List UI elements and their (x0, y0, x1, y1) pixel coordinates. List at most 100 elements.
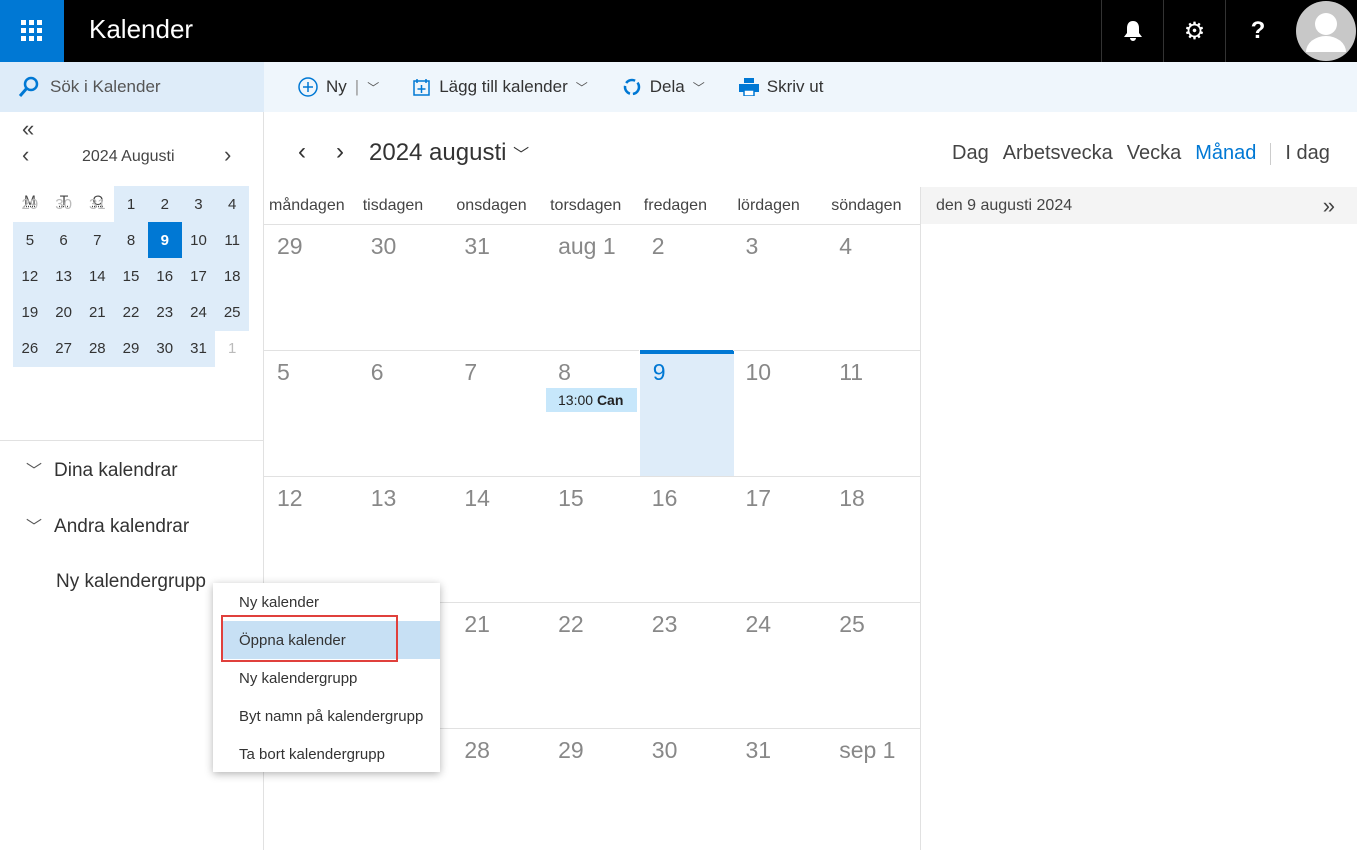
chevron-down-icon[interactable]: ﹀ (367, 79, 379, 96)
mini-day[interactable]: 24 (182, 294, 216, 331)
mini-day[interactable]: 4 (215, 186, 249, 223)
day-cell[interactable]: 25 (826, 602, 920, 728)
help-button[interactable]: ? (1225, 0, 1290, 62)
day-cell[interactable]: 15 (545, 476, 639, 602)
mini-day[interactable]: 28 (80, 330, 114, 367)
view-arbetsvecka[interactable]: Arbetsvecka (1003, 142, 1113, 165)
mini-day[interactable]: 7 (80, 222, 114, 259)
print-button[interactable]: Skriv ut (739, 77, 824, 97)
day-cell[interactable]: 21 (451, 602, 545, 728)
day-cell[interactable]: 23 (639, 602, 733, 728)
mini-day[interactable]: 13 (47, 258, 81, 295)
day-cell[interactable]: 14 (451, 476, 545, 602)
view-i-dag[interactable]: I dag (1285, 142, 1329, 165)
day-cell[interactable]: sep 1 (826, 728, 920, 854)
search-box[interactable]: Sök i Kalender (0, 62, 264, 112)
group-my-calendars[interactable]: ﹀ Dina kalendrar (26, 457, 178, 482)
next-button[interactable]: › (336, 138, 344, 166)
menu-item[interactable]: Byt namn på kalendergrupp (213, 697, 440, 735)
day-cell[interactable]: 17 (733, 476, 827, 602)
mini-day[interactable]: 29 (114, 330, 148, 367)
prev-button[interactable]: ‹ (298, 138, 306, 166)
day-cell[interactable]: 4 (826, 224, 920, 350)
day-cell[interactable]: 29 (545, 728, 639, 854)
avatar[interactable] (1294, 0, 1357, 62)
apps-icon (21, 20, 43, 42)
group-new-calendar-group[interactable]: Ny kalendergrupp (56, 571, 206, 593)
day-number: 18 (839, 485, 865, 511)
view-vecka[interactable]: Vecka (1127, 142, 1181, 165)
mini-day[interactable]: 17 (182, 258, 216, 295)
mini-day[interactable]: 31 (80, 186, 114, 223)
day-cell[interactable]: 28 (451, 728, 545, 854)
mini-day[interactable]: 14 (80, 258, 114, 295)
mini-day[interactable]: 22 (114, 294, 148, 331)
day-cell[interactable]: 7 (451, 350, 545, 476)
mini-day[interactable]: 16 (148, 258, 182, 295)
month-title[interactable]: 2024 augusti ﹀ (369, 139, 529, 167)
mini-day[interactable]: 3 (182, 186, 216, 223)
view-månad[interactable]: Månad (1195, 142, 1256, 165)
day-cell[interactable]: 9 (640, 350, 734, 476)
settings-button[interactable]: ⚙ (1163, 0, 1225, 62)
menu-item[interactable]: Ta bort kalendergrupp (213, 735, 440, 773)
mini-day[interactable]: 11 (215, 222, 249, 259)
mini-day[interactable]: 30 (47, 186, 81, 223)
mini-day[interactable]: 25 (215, 294, 249, 331)
mini-day[interactable]: 29 (13, 186, 47, 223)
mini-day[interactable]: 27 (47, 330, 81, 367)
new-button[interactable]: Ny | ﹀ (298, 77, 379, 97)
day-cell[interactable]: 3 (733, 224, 827, 350)
mini-day[interactable]: 5 (13, 222, 47, 259)
day-cell[interactable]: 29 (264, 224, 358, 350)
view-dag[interactable]: Dag (952, 142, 989, 165)
day-cell[interactable]: 31 (451, 224, 545, 350)
day-cell[interactable]: 18 (826, 476, 920, 602)
mini-day[interactable]: 2 (148, 186, 182, 223)
mini-day[interactable]: 19 (13, 294, 47, 331)
prev-month-button[interactable]: ‹ (22, 142, 29, 168)
mini-day[interactable]: 1 (215, 330, 249, 367)
mini-day[interactable]: 23 (148, 294, 182, 331)
notifications-button[interactable] (1101, 0, 1163, 62)
add-calendar-button[interactable]: Lägg till kalender ﹀ (413, 77, 588, 97)
day-cell[interactable]: 6 (358, 350, 452, 476)
mini-day[interactable]: 31 (182, 330, 216, 367)
weekday-header: torsdagen (545, 187, 639, 224)
day-cell[interactable]: 24 (733, 602, 827, 728)
mini-day[interactable]: 10 (182, 222, 216, 259)
day-cell[interactable]: 2 (639, 224, 733, 350)
search-placeholder: Sök i Kalender (50, 77, 161, 97)
day-cell[interactable]: 5 (264, 350, 358, 476)
mini-day[interactable]: 21 (80, 294, 114, 331)
mini-day[interactable]: 20 (47, 294, 81, 331)
collapse-pane-button[interactable]: « (22, 116, 34, 142)
share-button[interactable]: Dela ﹀ (622, 77, 705, 97)
day-cell[interactable]: 30 (358, 224, 452, 350)
mini-day[interactable]: 9 (148, 222, 182, 259)
mini-day[interactable]: 8 (114, 222, 148, 259)
mini-day[interactable]: 26 (13, 330, 47, 367)
day-cell[interactable]: 30 (639, 728, 733, 854)
weekday-header: måndagen (264, 187, 358, 224)
mini-day[interactable]: 12 (13, 258, 47, 295)
day-cell[interactable]: 11 (826, 350, 920, 476)
chevron-down-icon: ﹀ (513, 147, 529, 164)
mini-day[interactable]: 15 (114, 258, 148, 295)
day-cell[interactable]: 10 (733, 350, 827, 476)
next-month-button[interactable]: › (224, 142, 231, 168)
mini-day[interactable]: 30 (148, 330, 182, 367)
menu-item[interactable]: Ny kalendergrupp (213, 659, 440, 697)
day-cell[interactable]: 31 (733, 728, 827, 854)
mini-day[interactable]: 18 (215, 258, 249, 295)
group-other-calendars[interactable]: ﹀ Andra kalendrar (26, 513, 189, 538)
day-cell[interactable]: 22 (545, 602, 639, 728)
app-launcher-button[interactable] (0, 0, 64, 62)
event[interactable]: 13:00 Can (546, 388, 637, 412)
day-cell[interactable]: aug 1 (545, 224, 639, 350)
mini-day[interactable]: 1 (114, 186, 148, 223)
mini-day[interactable]: 6 (47, 222, 81, 259)
day-cell[interactable]: 8 (545, 350, 639, 476)
day-cell[interactable]: 16 (639, 476, 733, 602)
expand-icon[interactable]: » (1323, 193, 1335, 219)
